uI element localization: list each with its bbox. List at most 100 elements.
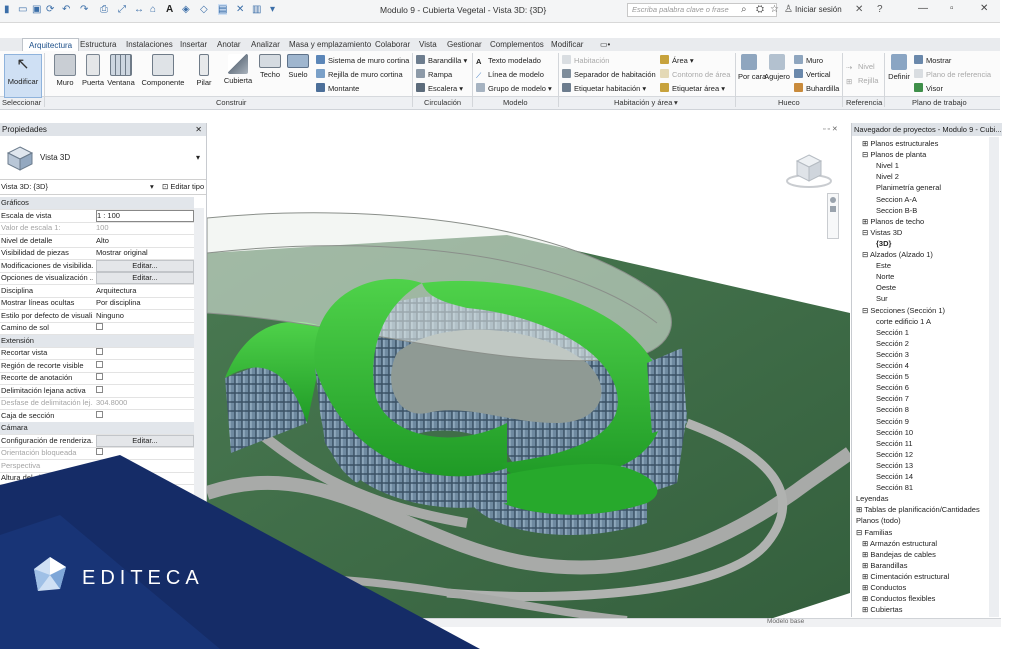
tag-area-button[interactable]: Etiquetar área ▾ — [660, 83, 725, 94]
tree-item[interactable]: Sección 12 — [876, 449, 913, 460]
tab-arquitectura[interactable]: Arquitectura — [22, 38, 80, 52]
dormer-button[interactable]: Buhardilla — [794, 83, 839, 94]
property-group[interactable]: Cámara — [0, 422, 194, 435]
tree-item[interactable]: Sección 13 — [876, 460, 913, 471]
door-button[interactable]: Puerta — [80, 54, 106, 87]
area-boundary-button[interactable]: Contorno de área — [660, 69, 730, 80]
model-line-button[interactable]: ⟋ Línea de modelo — [476, 69, 544, 80]
default-3d-icon[interactable]: ◈ — [182, 4, 190, 15]
tree-item[interactable]: ⊟ Familias — [856, 527, 892, 538]
tree-item[interactable]: Este — [876, 260, 891, 271]
stair-button[interactable]: Escalera ▾ — [416, 83, 463, 94]
sync-icon[interactable]: ⟳ — [46, 4, 54, 15]
viewer-button[interactable]: Visor — [914, 83, 943, 94]
close-icon[interactable]: ✕ — [195, 123, 202, 136]
tree-item[interactable]: Sección 9 — [876, 416, 909, 427]
tree-item[interactable]: ⊞ Planos de techo — [862, 216, 924, 227]
checkbox[interactable] — [96, 373, 103, 380]
favorites-icon[interactable]: ☆ — [770, 4, 779, 15]
tab-modificar[interactable]: Modificar — [551, 38, 583, 51]
user-icon[interactable]: ♙ — [784, 4, 793, 15]
open-icon[interactable]: ▭ — [18, 4, 27, 15]
navigation-bar[interactable] — [827, 193, 839, 239]
grid-button[interactable]: ⊞ Rejilla — [846, 75, 878, 86]
room-button[interactable]: Habitación — [562, 55, 609, 66]
shaft-button[interactable]: Agujero — [762, 54, 792, 81]
tree-item[interactable]: Planimetría general — [876, 182, 941, 193]
tab-estructura[interactable]: Estructura — [80, 38, 116, 51]
close-hidden-icon[interactable]: ✕ — [236, 4, 244, 15]
type-selector[interactable]: Vista 3D ▾ — [0, 137, 206, 180]
modify-button[interactable]: ↖ Modificar — [4, 54, 42, 98]
tab-vista[interactable]: Vista — [419, 38, 437, 51]
ceiling-button[interactable]: Techo — [258, 54, 282, 79]
vertical-opening-button[interactable]: Vertical — [794, 69, 831, 80]
measure-icon[interactable]: ⤢ — [118, 4, 126, 15]
zoom-icon[interactable] — [830, 206, 836, 212]
tree-item[interactable]: ⊟ Secciones (Sección 1) — [862, 305, 945, 316]
ramp-button[interactable]: Rampa — [416, 69, 452, 80]
viewcube-icon[interactable] — [785, 151, 833, 191]
expand-icon[interactable]: ⊞ — [862, 539, 870, 548]
tree-item[interactable]: ⊞ Tablas de planificación/Cantidades — [856, 504, 980, 515]
tree-item[interactable]: Nivel 1 — [876, 160, 899, 171]
text-icon[interactable]: A — [166, 4, 173, 15]
tree-item[interactable]: Sección 11 — [876, 438, 913, 449]
infocenter-icon[interactable]: ⛭ — [756, 4, 764, 15]
tree-item[interactable]: ⊞ Bandejas de cables — [862, 549, 936, 560]
tab-colaborar[interactable]: Colaborar — [375, 38, 410, 51]
active-workset[interactable]: Modelo base — [767, 618, 804, 625]
edit-type-button[interactable]: ⊡ Editar tipo — [162, 180, 204, 194]
tree-item[interactable]: Sección 10 — [876, 427, 913, 438]
set-workplane-button[interactable]: Definir — [886, 54, 912, 81]
minimize-icon[interactable]: — — [918, 3, 928, 14]
instance-selector[interactable]: Vista 3D: {3D} ▾ ⊡ Editar tipo — [0, 180, 206, 195]
edit-button[interactable]: Editar... — [96, 272, 194, 284]
tree-item[interactable]: ⊞ Cimentación estructural — [862, 571, 949, 582]
tab-masa[interactable]: Masa y emplazamiento — [289, 38, 371, 51]
tree-item[interactable]: ⊞ Conductos — [862, 582, 906, 593]
select-panel-label[interactable]: Seleccionar — [2, 98, 41, 107]
property-group[interactable]: Extensión — [0, 334, 194, 348]
room-separator-button[interactable]: Separador de habitación — [562, 69, 656, 80]
reference-plane-button[interactable]: Plano de referencia — [914, 69, 991, 80]
tree-item[interactable]: ⊟ Alzados (Alzado 1) — [862, 249, 933, 260]
model-group-button[interactable]: Grupo de modelo ▾ — [476, 83, 552, 94]
tree-item[interactable]: Sur — [876, 293, 888, 304]
tree-item[interactable]: Sección 5 — [876, 371, 909, 382]
component-button[interactable]: Componente — [140, 54, 186, 87]
tree-item[interactable]: Sección 3 — [876, 349, 909, 360]
section-icon[interactable]: ◇ — [200, 4, 208, 15]
redo-icon[interactable]: ↷ — [80, 4, 88, 15]
habitacion-dropdown-icon[interactable]: ▾ — [674, 98, 678, 107]
search-icon[interactable]: ⌕ — [741, 4, 747, 15]
show-workplane-button[interactable]: Mostrar — [914, 55, 951, 66]
checkbox[interactable] — [96, 385, 103, 393]
tag-icon[interactable]: ⌂ — [150, 4, 156, 15]
wall-opening-button[interactable]: Muro — [794, 55, 823, 66]
tab-gestionar[interactable]: Gestionar — [447, 38, 482, 51]
collapse-icon[interactable]: ⊟ — [862, 250, 870, 259]
tree-item[interactable]: Sección 7 — [876, 393, 909, 404]
tree-item[interactable]: Sección 14 — [876, 471, 913, 482]
tag-room-button[interactable]: Etiquetar habitación ▾ — [562, 83, 646, 94]
tree-item[interactable]: corte edificio 1 A — [876, 316, 931, 327]
level-button[interactable]: ⇢ Nivel — [846, 61, 875, 72]
tree-item[interactable]: Sección 6 — [876, 382, 909, 393]
edit-button[interactable]: Editar... — [96, 434, 194, 447]
tree-item[interactable]: Seccion A-A — [876, 194, 917, 205]
tree-item[interactable]: ⊞ Cubiertas — [862, 604, 902, 615]
tree-item[interactable]: Sección 4 — [876, 360, 909, 371]
customize-icon[interactable]: ▾ — [270, 4, 275, 15]
curtain-grid-button[interactable]: Rejilla de muro cortina — [316, 69, 403, 80]
tree-item[interactable]: ⊞ Planos estructurales — [862, 138, 938, 149]
tab-complementos[interactable]: Complementos — [490, 38, 544, 51]
edit-button[interactable]: Editar... — [96, 259, 194, 272]
tab-anotar[interactable]: Anotar — [217, 38, 241, 51]
chevron-down-icon[interactable]: ▾ — [196, 153, 200, 162]
tree-item[interactable]: Leyendas — [856, 493, 889, 504]
tree-item[interactable]: ⊞ Barandillas — [862, 560, 907, 571]
checkbox[interactable] — [96, 410, 103, 418]
tree-item[interactable]: Oeste — [876, 282, 896, 293]
tree-item[interactable]: Planos (todo) — [856, 515, 901, 526]
